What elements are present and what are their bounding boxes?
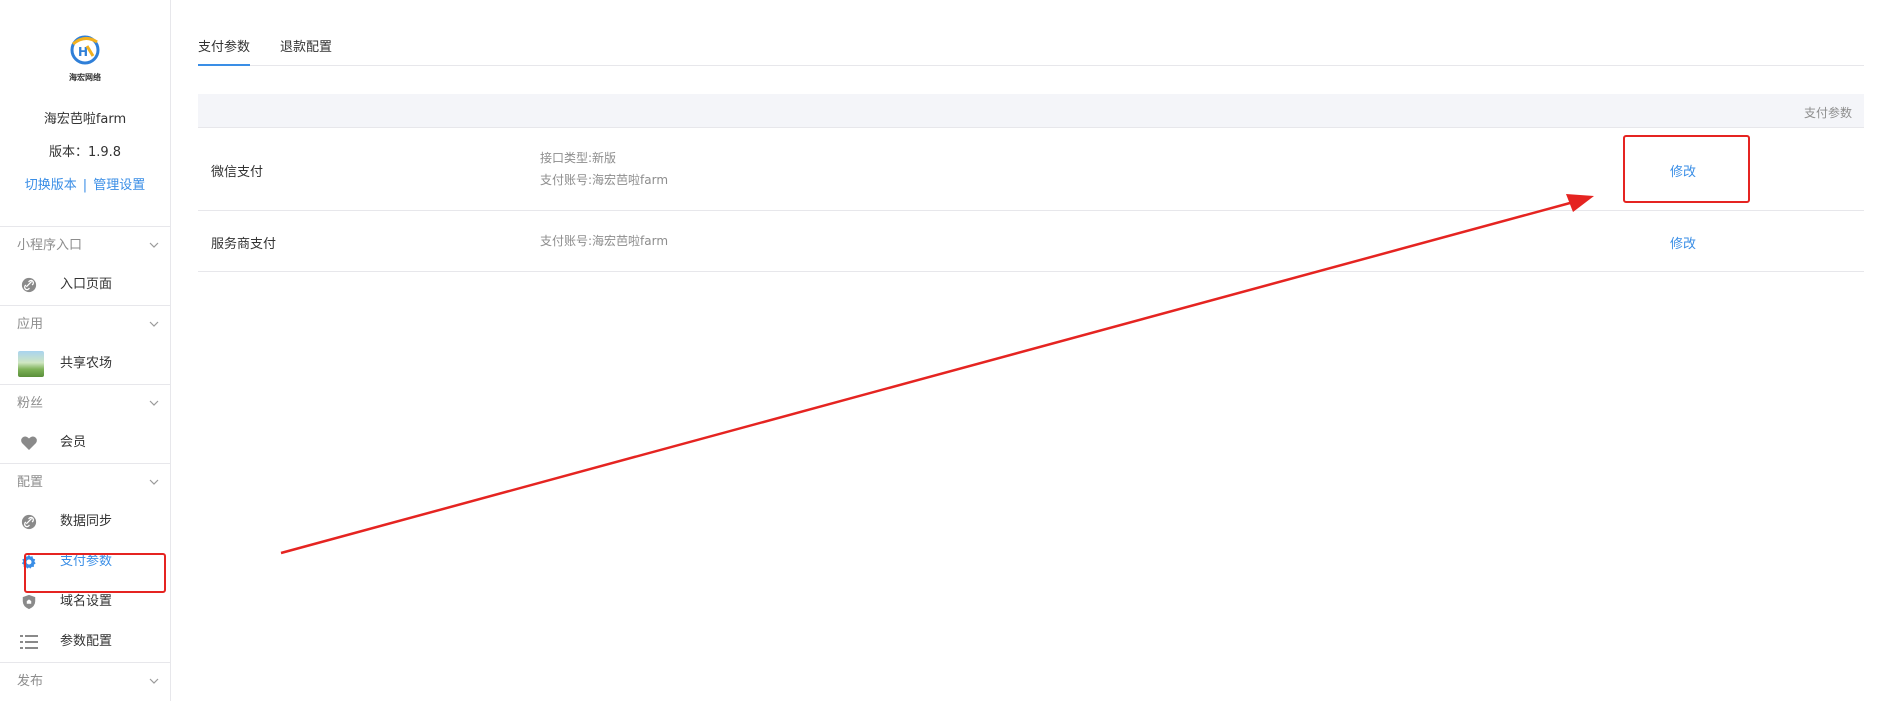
table-row: 微信支付 接口类型:新版 支付账号:海宏芭啦farm 修改: [198, 128, 1864, 211]
sidebar: H 海宏网络 海宏芭啦farm 版本：1.9.8 切换版本 | 管理设置 小程序入口: [0, 0, 171, 701]
app-root: H 海宏网络 海宏芭啦farm 版本：1.9.8 切换版本 | 管理设置 小程序入口: [0, 0, 1889, 701]
sidebar-item-shared-farm[interactable]: 共享农场: [0, 344, 170, 384]
chevron-down-icon: [149, 479, 159, 485]
sidebar-item-entry-page[interactable]: 入口页面: [0, 265, 170, 305]
chevron-down-icon: [149, 242, 159, 248]
app-version: 版本：1.9.8: [48, 145, 122, 160]
sidebar-item-members[interactable]: 会员: [0, 423, 170, 463]
payment-method-name: 服务商支付: [211, 237, 277, 252]
sidebar-item-data-sync[interactable]: 数据同步: [0, 502, 170, 542]
sidebar-item-payment-params[interactable]: 支付参数: [0, 542, 170, 582]
sidebar-group-entry: 小程序入口 入口页面: [0, 226, 170, 305]
switch-version-link[interactable]: 切换版本: [25, 178, 77, 193]
payment-method-name: 微信支付: [211, 165, 264, 180]
sidebar-item-label: 入口页面: [60, 277, 113, 292]
main-content: 支付参数 退款配置 支付参数 微信支付 接口类型:新版 支付账号:海宏芭啦far…: [171, 0, 1889, 701]
sidebar-group-title: 小程序入口: [17, 238, 83, 253]
chevron-down-icon: [149, 400, 159, 406]
tab-bar: 支付参数 退款配置: [198, 24, 1864, 66]
app-name: 海宏芭啦farm: [43, 112, 127, 127]
sidebar-group-header[interactable]: 发布: [0, 663, 170, 701]
sidebar-item-domain-settings[interactable]: 域名设置: [0, 582, 170, 622]
sidebar-group-title: 发布: [17, 674, 44, 689]
payment-method-info: 接口类型:新版 支付账号:海宏芭啦farm: [540, 147, 668, 191]
link-icon: [21, 277, 37, 293]
tab-refund-config[interactable]: 退款配置: [280, 36, 332, 66]
info-line: 支付账号:海宏芭啦farm: [540, 234, 669, 248]
sidebar-group-header[interactable]: 应用: [0, 306, 170, 344]
edit-wechat-pay-button[interactable]: 修改: [1670, 161, 1696, 180]
sidebar-item-param-config[interactable]: 参数配置: [0, 622, 170, 662]
link-icon: [21, 514, 37, 530]
sidebar-group-publish: 发布: [0, 662, 170, 701]
sidebar-item-label: 会员: [60, 435, 87, 450]
sidebar-group-apps: 应用 共享农场: [0, 305, 170, 384]
table-header: 支付参数: [198, 94, 1864, 128]
payment-method-info: 支付账号:海宏芭啦farm: [540, 230, 668, 252]
farm-thumbnail-icon: [18, 351, 44, 377]
list-icon: [20, 635, 38, 649]
table-row: 服务商支付 支付账号:海宏芭啦farm 修改: [198, 211, 1864, 272]
info-line: 接口类型:新版: [540, 151, 617, 165]
sidebar-group-fans: 粉丝 会员: [0, 384, 170, 463]
sidebar-item-label: 数据同步: [60, 514, 113, 529]
sidebar-group-header[interactable]: 配置: [0, 464, 170, 502]
payment-table: 支付参数 微信支付 接口类型:新版 支付账号:海宏芭啦farm 修改 服务商支付…: [198, 94, 1864, 272]
sidebar-group-header[interactable]: 粉丝: [0, 385, 170, 423]
sidebar-group-title: 配置: [17, 475, 44, 490]
brand-logo-text: 海宏网络: [69, 73, 101, 82]
sidebar-item-label: 域名设置: [60, 594, 113, 609]
sidebar-group-config: 配置 数据同步 支付参数 域名设置 参数配置: [0, 463, 170, 662]
tab-payment-params[interactable]: 支付参数: [198, 36, 251, 66]
table-header-cell: 支付参数: [1803, 106, 1852, 120]
brand-logo-icon: H: [70, 35, 100, 65]
sidebar-group-header[interactable]: 小程序入口: [0, 227, 170, 265]
shield-icon: [22, 594, 36, 610]
sidebar-item-label: 支付参数: [60, 554, 113, 569]
sidebar-group-title: 应用: [17, 317, 44, 332]
info-line: 支付账号:海宏芭啦farm: [540, 173, 669, 187]
chevron-down-icon: [149, 321, 159, 327]
manage-settings-link[interactable]: 管理设置: [93, 178, 145, 193]
chevron-down-icon: [149, 678, 159, 684]
brand-logo: H 海宏网络: [63, 32, 107, 84]
edit-provider-pay-button[interactable]: 修改: [1670, 233, 1696, 252]
sidebar-item-label: 共享农场: [60, 356, 113, 371]
gear-icon: [21, 554, 36, 569]
heart-icon: [21, 436, 37, 450]
brand-block: H 海宏网络 海宏芭啦farm 版本：1.9.8 切换版本 | 管理设置: [0, 32, 170, 226]
link-separator: |: [82, 178, 88, 193]
sidebar-group-title: 粉丝: [17, 396, 44, 411]
sidebar-item-label: 参数配置: [60, 634, 113, 649]
brand-links: 切换版本 | 管理设置: [0, 174, 170, 193]
